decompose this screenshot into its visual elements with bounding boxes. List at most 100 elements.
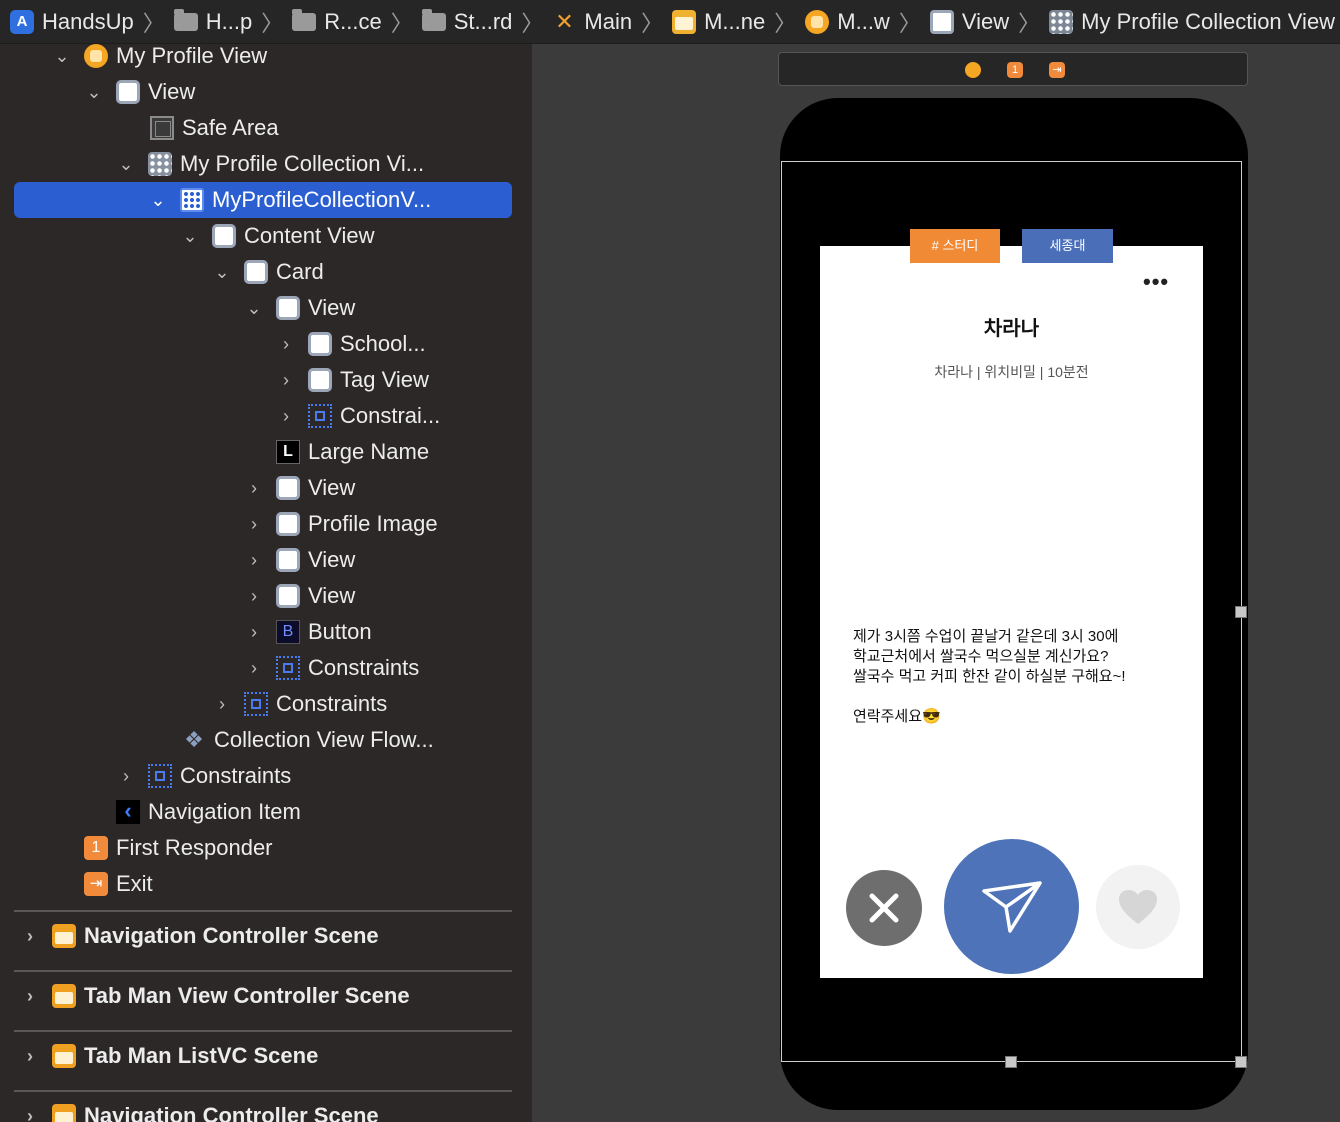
outline-row-card[interactable]: ⌄ Card (0, 254, 532, 290)
close-icon (869, 893, 899, 923)
breadcrumb-item-folder[interactable]: H...p (173, 8, 252, 35)
chevron-right-icon[interactable]: › (244, 586, 264, 607)
outline-scene-tab-man-listvc[interactable]: › Tab Man ListVC Scene (0, 1038, 532, 1074)
send-button[interactable] (944, 839, 1079, 974)
chevron-right-icon[interactable]: › (244, 550, 264, 571)
scene-icon (52, 984, 76, 1008)
outline-row-constraints[interactable]: › Constraints (0, 758, 532, 794)
resize-handle[interactable] (1235, 606, 1247, 618)
chevron-right-icon[interactable]: › (244, 514, 264, 535)
chevron-right-icon[interactable]: › (244, 622, 264, 643)
chevron-right-icon: 〉 (641, 10, 664, 36)
folder-icon (292, 8, 317, 31)
document-outline: ⌄ My Profile View ⌄ View Safe Area ⌄ My Pro… (0, 44, 532, 1122)
first-responder-icon[interactable]: 1 (1007, 62, 1023, 78)
divider (14, 1090, 512, 1092)
outline-row-my-profile-view[interactable]: ⌄ My Profile View (0, 44, 532, 74)
chevron-down-icon[interactable]: ⌄ (180, 226, 200, 247)
chevron-right-icon[interactable]: › (20, 1106, 40, 1122)
chevron-down-icon[interactable]: ⌄ (244, 298, 264, 319)
chevron-down-icon[interactable]: ⌄ (52, 46, 72, 67)
outline-row-content-view[interactable]: ⌄ Content View (0, 218, 532, 254)
chevron-down-icon[interactable]: ⌄ (84, 82, 104, 103)
chevron-down-icon[interactable]: ⌄ (212, 262, 232, 283)
safe-area-icon (150, 116, 174, 140)
outline-row-tag-view[interactable]: › Tag View (0, 362, 532, 398)
resize-handle[interactable] (1235, 1056, 1247, 1068)
chevron-right-icon[interactable]: › (244, 478, 264, 499)
button-icon: B (276, 620, 300, 644)
outline-scene-tab-man-view-controller[interactable]: › Tab Man View Controller Scene (0, 978, 532, 1014)
outline-row-constraints[interactable]: › Constraints (0, 650, 532, 686)
breadcrumb: HandsUp 〉 H...p 〉 R...ce 〉 St...rd 〉 ✕Ma… (0, 0, 1340, 44)
outline-row-view[interactable]: › View (0, 470, 532, 506)
chevron-right-icon[interactable]: › (116, 766, 136, 787)
constraints-icon (276, 656, 300, 680)
outline-row-collection-view[interactable]: ⌄ My Profile Collection Vi... (0, 146, 532, 182)
outline-row-safe-area[interactable]: Safe Area (0, 110, 532, 146)
large-name-label: 차라나 (983, 318, 1040, 340)
constraints-icon (148, 764, 172, 788)
outline-row-view[interactable]: › View (0, 578, 532, 614)
view-icon (276, 476, 300, 500)
chevron-right-icon[interactable]: › (276, 334, 296, 355)
scene-dock: 1 ⇥ (778, 52, 1248, 86)
breadcrumb-item-app[interactable]: HandsUp (10, 9, 134, 35)
outline-row-flow-layout[interactable]: ❖ Collection View Flow... (0, 722, 532, 758)
chevron-right-icon[interactable]: › (276, 406, 296, 427)
chevron-right-icon[interactable]: › (20, 926, 40, 947)
outline-row-profile-image[interactable]: › Profile Image (0, 506, 532, 542)
breadcrumb-item-view-controller[interactable]: M...w (805, 9, 890, 35)
scene-icon (52, 1104, 76, 1122)
scene-icon (52, 1044, 76, 1068)
chevron-right-icon: 〉 (898, 10, 921, 36)
outline-row-constraints[interactable]: › Constrai... (0, 398, 532, 434)
chevron-right-icon[interactable]: › (244, 658, 264, 679)
navigation-item-icon: ‹ (116, 800, 140, 824)
breadcrumb-item-main[interactable]: ✕ Main (552, 9, 632, 35)
exit-icon[interactable]: ⇥ (1049, 62, 1065, 78)
view-icon (244, 260, 268, 284)
outline-scene-navigation-controller[interactable]: › Navigation Controller Scene (0, 1098, 532, 1122)
outline-row-view[interactable]: ⌄ View (0, 290, 532, 326)
chevron-right-icon[interactable]: › (20, 986, 40, 1007)
chevron-right-icon[interactable]: › (212, 694, 232, 715)
chevron-right-icon[interactable]: › (276, 370, 296, 391)
reject-button[interactable] (846, 870, 922, 946)
outline-row-first-responder[interactable]: 1 First Responder (0, 830, 532, 866)
resize-handle[interactable] (1005, 1056, 1017, 1068)
outline-scene-navigation-controller[interactable]: › Navigation Controller Scene (0, 918, 532, 954)
like-button[interactable] (1096, 865, 1180, 949)
view-icon (212, 224, 236, 248)
chevron-right-icon: 〉 (142, 10, 165, 36)
collection-view-icon (148, 152, 172, 176)
constraints-icon (308, 404, 332, 428)
swift-icon: ✕ (555, 8, 574, 34)
outline-row-navigation-item[interactable]: ‹ Navigation Item (0, 794, 532, 830)
view-controller-icon (84, 44, 108, 68)
view-icon (308, 368, 332, 392)
chevron-down-icon[interactable]: ⌄ (116, 154, 136, 175)
outline-row-constraints[interactable]: › Constraints (0, 686, 532, 722)
outline-row-view[interactable]: ⌄ View (0, 74, 532, 110)
outline-row-school[interactable]: › School... (0, 326, 532, 362)
view-controller-icon[interactable] (965, 62, 981, 78)
chevron-right-icon[interactable]: › (20, 1046, 40, 1067)
view-icon (276, 548, 300, 572)
outline-row-button[interactable]: › B Button (0, 614, 532, 650)
breadcrumb-item-collection-view[interactable]: My Profile Collection View (1049, 9, 1335, 35)
heart-icon (1119, 890, 1157, 924)
breadcrumb-item-view[interactable]: View (929, 9, 1009, 35)
breadcrumb-item-folder[interactable]: R...ce (292, 8, 382, 35)
outline-row-view[interactable]: › View (0, 542, 532, 578)
outline-row-large-name[interactable]: L Large Name (0, 434, 532, 470)
chevron-right-icon: 〉 (1018, 10, 1041, 36)
paper-plane-icon (981, 880, 1042, 933)
scene-icon (52, 924, 76, 948)
outline-row-collection-view-cell[interactable]: ⌄ MyProfileCollectionV... (14, 182, 512, 218)
outline-row-exit[interactable]: ⇥ Exit (0, 866, 532, 902)
breadcrumb-item-folder[interactable]: St...rd (421, 8, 512, 35)
breadcrumb-item-storyboard[interactable]: M...ne (672, 9, 765, 35)
more-icon[interactable]: ••• (1143, 271, 1173, 293)
chevron-down-icon[interactable]: ⌄ (148, 190, 168, 211)
